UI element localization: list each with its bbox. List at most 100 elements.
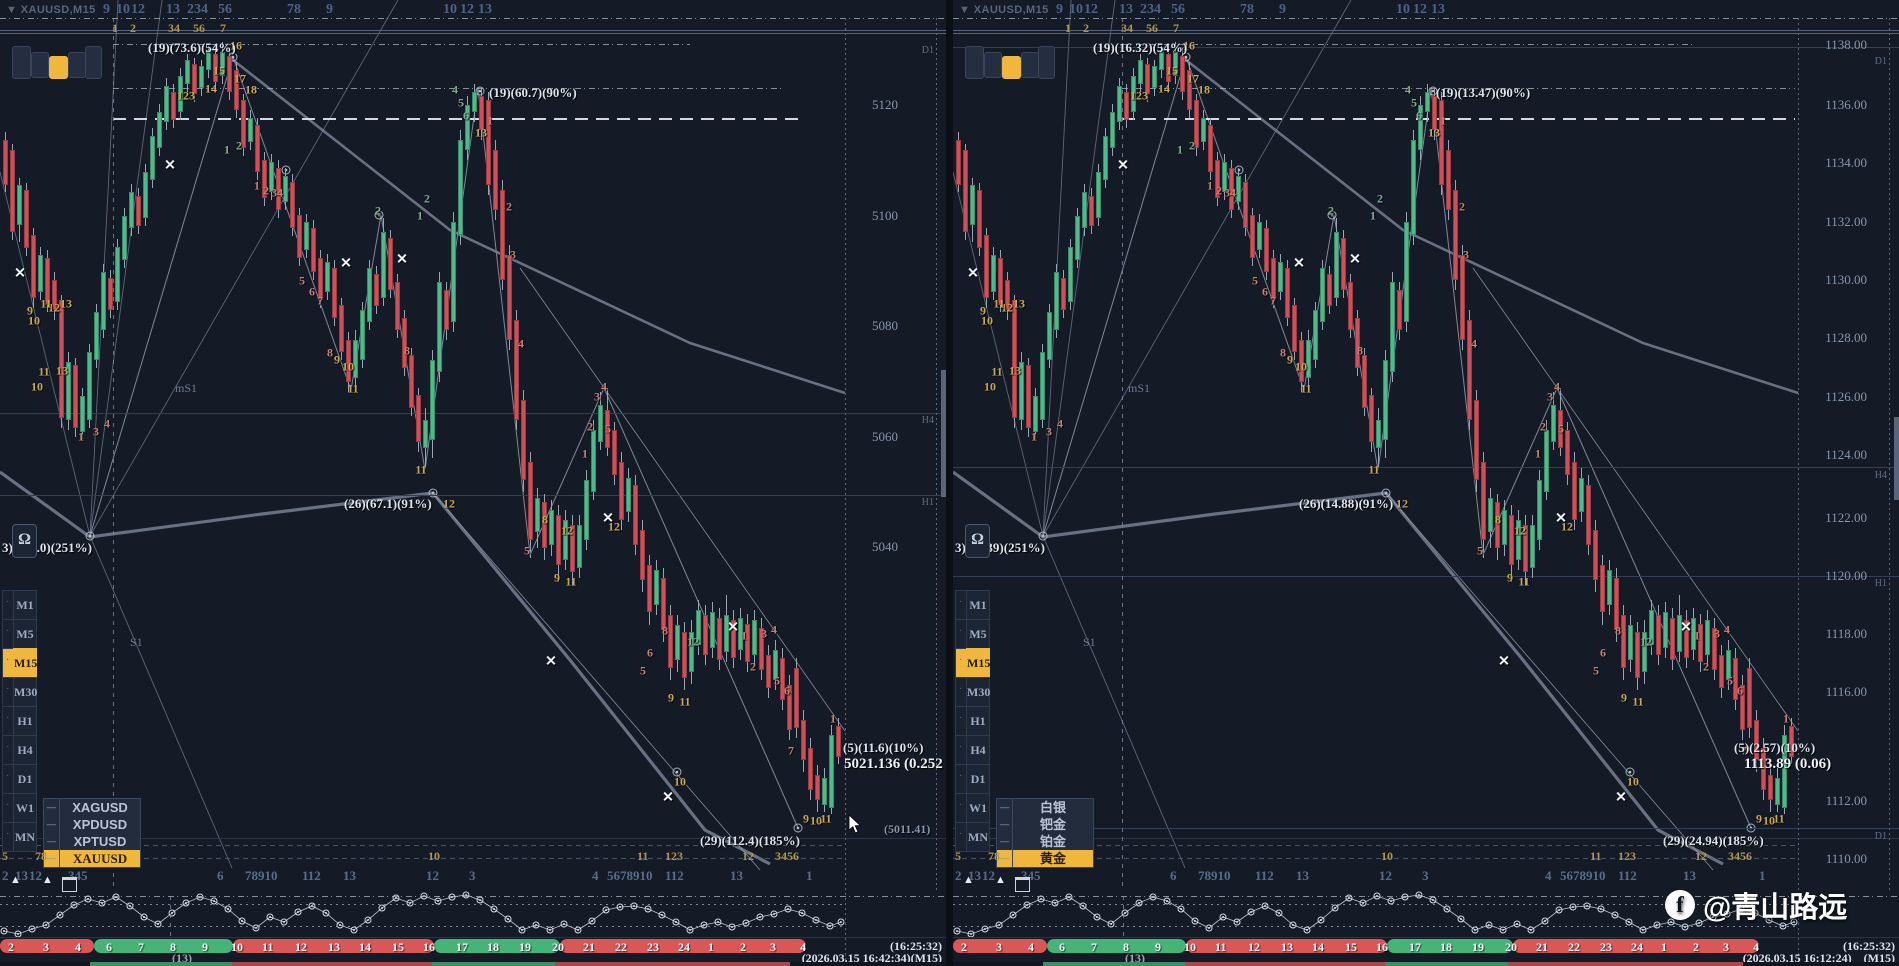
timeframe-button-mn[interactable]: MN (13, 822, 37, 852)
price-info-label: 5021.136 (0.252 (844, 756, 943, 772)
candle-bearish (374, 274, 379, 306)
timeframe-button-w1[interactable]: W1 (13, 793, 37, 823)
candle-bullish (430, 360, 435, 440)
symbol-list-item[interactable]: — 白银 (997, 799, 1093, 816)
symbol-list-item[interactable]: — XPTUSD (44, 833, 140, 850)
xaxis-date-label: 112 (302, 868, 321, 883)
price-scale-label: 1136.00 (1825, 97, 1867, 112)
oscillator-marker-dot (1222, 916, 1224, 918)
wave-count-label: 11 (565, 574, 577, 589)
session-strip-segment (953, 962, 1043, 966)
wave-count-label: 2 (587, 419, 593, 434)
symbol-list-item[interactable]: — XPDUSD (44, 816, 140, 833)
timeframe-button-w1[interactable]: W1 (966, 793, 990, 823)
symbol-list-item[interactable]: — 黄金 (997, 850, 1093, 867)
toolbar-button[interactable] (12, 46, 31, 79)
timeframe-button-m30[interactable]: M30 (966, 677, 990, 707)
candle-bearish (1180, 56, 1185, 92)
symbol-title[interactable]: ▼ XAUUSD,M15 (6, 4, 96, 16)
timeframe-button-mn[interactable]: MN (966, 822, 990, 852)
candle-bearish (514, 320, 519, 420)
oscillator-marker-dot (1474, 929, 1476, 931)
oscillator-marker-dot (1628, 921, 1630, 923)
candle-bullish (710, 612, 715, 648)
level-line (953, 828, 1899, 829)
candle-bullish (1257, 222, 1262, 250)
oscillator-marker-dot (759, 916, 761, 918)
symbol-dash-icon: — (44, 833, 60, 850)
timeframe-button-d1[interactable]: D1 (13, 764, 37, 794)
wave-count-label: 3 (1463, 247, 1469, 262)
omega-tool-button[interactable]: Ω (12, 524, 37, 558)
level-line (953, 30, 1899, 31)
xaxis-date-label: 13 (1296, 868, 1309, 883)
symbol-list-item[interactable]: — XAUUSD (44, 850, 140, 867)
wave-count-label: 10 (1295, 359, 1307, 374)
timeframe-button-m5[interactable]: M5 (13, 619, 37, 649)
candle-bearish (31, 235, 36, 298)
oscillator-marker-dot (984, 928, 986, 930)
xaxis-date-label: 1 (1759, 868, 1766, 883)
wave-count-label: 8 (542, 512, 548, 527)
mouse-cursor-arrow (848, 814, 862, 834)
wave-count-label: 4 (104, 416, 110, 431)
candle-bearish (661, 578, 666, 630)
candle-bullish (1530, 525, 1535, 568)
toolbar-active-button[interactable] (49, 56, 68, 79)
symbol-list-item[interactable]: — 钯金 (997, 816, 1093, 833)
toolbar-button[interactable] (68, 52, 86, 78)
timeframe-button-h1[interactable]: H1 (966, 706, 990, 736)
measure-annotation: (19)(60.7)(90%) (489, 85, 577, 100)
pivot-level-label: S1 (1083, 635, 1096, 649)
session-strip-segment (432, 962, 555, 966)
wave-count-label: 14 (205, 81, 217, 96)
chart-panel-left: 9 12 11 13 10 11 13 10 1 3 4 123 14 15 16 17 18 1 2 1 2 34 5 6 7… (0, 0, 947, 966)
candle-bearish (1124, 92, 1129, 120)
oscillator-marker-dot (1600, 908, 1602, 910)
scrollbar-thumb[interactable] (1894, 417, 1899, 500)
top-count-number: 7 (220, 21, 226, 35)
oscillator-marker-dot (227, 908, 229, 910)
timeframe-button-m15[interactable]: M15 (13, 648, 37, 678)
timeframe-button-m15[interactable]: M15 (966, 648, 990, 678)
toolbar-button[interactable] (965, 46, 984, 79)
candle-bearish (556, 515, 561, 565)
symbol-list-item[interactable]: — 铂金 (997, 833, 1093, 850)
candle-bullish (626, 478, 631, 512)
symbol-title[interactable]: ▼ XAUUSD,M15 (959, 4, 1049, 16)
wave-count-label: 6 (309, 284, 315, 299)
major-trendline (232, 58, 846, 395)
timeframe-button-h4[interactable]: H4 (13, 735, 37, 765)
toolbar-button[interactable] (1021, 52, 1039, 78)
level-line (0, 896, 946, 897)
timeframe-button-h1[interactable]: H1 (13, 706, 37, 736)
wave-count-label: 11 (820, 811, 832, 826)
omega-tool-button[interactable]: Ω (965, 524, 990, 558)
toolbar-active-button[interactable] (1002, 56, 1021, 79)
level-line (0, 18, 946, 19)
top-date-number: 12 (460, 2, 474, 17)
wave-count-label: 9 (1507, 570, 1513, 585)
symbol-list-item[interactable]: — XAGUSD (44, 799, 140, 816)
timeframe-button-m30[interactable]: M30 (13, 677, 37, 707)
hour-number: 24 (678, 940, 690, 954)
toolbar-button[interactable] (31, 52, 49, 78)
timeframe-button-m1[interactable]: M1 (13, 590, 37, 620)
wave-count-label: 5 (299, 273, 305, 288)
wave-count-label: 5 (640, 663, 646, 678)
oscillator-marker-dot (283, 921, 285, 923)
wave-count-label: 3 (594, 389, 600, 404)
candle-bearish (255, 125, 260, 172)
toolbar-button[interactable] (85, 46, 102, 79)
toolbar-button[interactable] (984, 52, 1002, 78)
chart-panel-right: 9 12 11 13 10 11 13 10 1 3 4 123 14 15 16 17 18 1 2 1 2 34 5 6 7… (952, 0, 1899, 966)
hour-number: 3 (43, 940, 49, 954)
x-mark: ✕ (1349, 252, 1361, 268)
wave-count-label: 9 (554, 570, 560, 585)
timeframe-button-m5[interactable]: M5 (966, 619, 990, 649)
timeframe-button-d1[interactable]: D1 (966, 764, 990, 794)
toolbar-button[interactable] (1038, 46, 1055, 79)
timeframe-button-h4[interactable]: H4 (966, 735, 990, 765)
candle-bullish (549, 510, 554, 545)
timeframe-button-m1[interactable]: M1 (966, 590, 990, 620)
